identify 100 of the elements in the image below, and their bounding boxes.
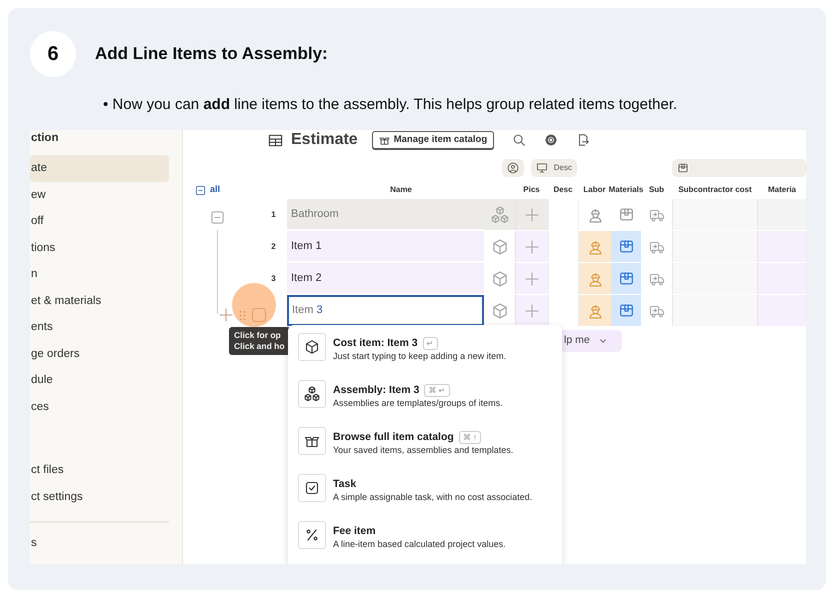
subcontractor-cost-cell[interactable]: [672, 263, 758, 294]
column-header: Desc: [553, 184, 573, 196]
sidebar-item[interactable]: ces: [30, 394, 169, 420]
materials-cell[interactable]: [611, 295, 641, 326]
worker-icon: [586, 302, 604, 319]
worker-icon: [586, 206, 604, 223]
open-box-icon: [378, 134, 390, 146]
table-icon: [268, 132, 283, 148]
menu-item-description: Just start typing to keep adding a new item.: [333, 350, 506, 362]
sidebar-item[interactable]: et & materials: [30, 288, 169, 314]
materials-cost-cell[interactable]: [758, 263, 806, 294]
menu-item-description: Your saved items, assemblies and templates.: [333, 444, 514, 456]
plus-icon: [524, 238, 540, 254]
pics-cell[interactable]: [515, 263, 548, 294]
materials-cost-cell[interactable]: [758, 231, 806, 262]
column-header: Pics: [523, 184, 540, 196]
box-icon: [618, 302, 634, 319]
search-icon[interactable]: [512, 132, 526, 147]
sidebar-item[interactable]: ents: [30, 314, 169, 340]
column-header: Labor: [583, 184, 606, 196]
menu-item[interactable]: Browse full item catalog ⌘ ↑ Your saved items, assemblies and templates.: [298, 427, 552, 474]
materials-cost-cell[interactable]: [758, 295, 806, 326]
column-chip[interactable]: [502, 159, 524, 177]
step-number: 6: [30, 31, 76, 77]
pics-cell[interactable]: [515, 295, 548, 326]
step-title: Add Line Items to Assembly:: [95, 43, 328, 66]
materials-cell[interactable]: [611, 231, 641, 262]
chip-label: Desc: [554, 162, 572, 174]
column-header: Name: [390, 184, 412, 196]
menu-item-title: Cost item: Item 3: [333, 337, 418, 350]
sidebar-item[interactable]: n: [30, 261, 169, 288]
name-cell[interactable]: Bathroom: [287, 199, 484, 230]
sidebar-item[interactable]: ew: [30, 182, 169, 208]
plus-icon: [524, 206, 540, 222]
cube-icon: [490, 238, 508, 256]
page-title: Estimate: [291, 130, 358, 150]
menu-item-description: A line-item based calculated project values.: [333, 538, 506, 550]
plus-icon: [524, 302, 540, 318]
tree-toggle-label[interactable]: all: [210, 183, 220, 197]
cube-icon: [304, 339, 320, 355]
instruction-text: • Now you can add line items to the assembly. This helps group related items together.: [102, 96, 678, 114]
sidebar-item[interactable]: off: [30, 208, 169, 234]
sidebar-item[interactable]: s: [30, 530, 169, 556]
tooltip: Click for op Click and ho: [229, 327, 291, 355]
cubes-icon: [304, 386, 320, 402]
document-arrow-icon[interactable]: [576, 132, 590, 147]
item-type-cell[interactable]: [484, 199, 515, 230]
column-header: Sub: [648, 184, 664, 196]
box-icon: [618, 238, 634, 255]
menu-item-title: Task: [333, 478, 356, 491]
materials-cell[interactable]: [611, 263, 641, 294]
subcontractor-cost-cell[interactable]: [672, 231, 758, 262]
cubes-icon: [490, 206, 508, 224]
shortcut-key: ↵: [422, 337, 438, 350]
labor-cell[interactable]: [578, 231, 611, 262]
subcontractor-cost-cell[interactable]: [672, 295, 758, 326]
column-chip[interactable]: Desc: [530, 159, 577, 177]
square-icon[interactable]: [251, 307, 267, 323]
column-header: Subcontractor cost: [678, 184, 752, 196]
sidebar-item[interactable]: ate: [30, 155, 169, 182]
sidebar-heading: ction: [30, 131, 60, 146]
sidebar-item[interactable]: ct settings: [30, 484, 169, 510]
menu-item[interactable]: Fee item A line-item based calculated project values.: [298, 521, 552, 564]
name-cell[interactable]: Item 2: [287, 263, 484, 294]
cube-icon: [490, 270, 508, 288]
menu-item[interactable]: Assembly: Item 3 ⌘ ↵ Assemblies are templates/groups of items.: [298, 380, 552, 427]
menu-item-title: Browse full item catalog: [333, 431, 454, 444]
labor-cell[interactable]: [578, 295, 611, 326]
worker-icon: [586, 238, 604, 255]
materials-cost-cell[interactable]: [758, 199, 806, 230]
sidebar-item[interactable]: dule: [30, 367, 169, 394]
name-input[interactable]: Item 3: [287, 295, 484, 326]
worker-icon: [586, 270, 604, 287]
shortcut-key: ⌘ ↑: [458, 431, 482, 444]
row-number: 2: [270, 240, 277, 252]
pics-cell[interactable]: [515, 231, 548, 262]
subcontractor-cost-cell[interactable]: [672, 199, 758, 230]
settings-icon[interactable]: [544, 132, 558, 147]
cube-icon: [490, 302, 508, 320]
pics-cell[interactable]: [515, 199, 548, 230]
box-icon: [618, 206, 634, 223]
person-circle-icon: [507, 162, 519, 174]
column-header: Materials: [608, 184, 644, 196]
shortcut-key: ⌘ ↵: [424, 384, 450, 397]
sidebar-item[interactable]: ct files: [30, 457, 169, 484]
sidebar-item[interactable]: tions: [30, 234, 169, 261]
row-number: 1: [270, 208, 277, 220]
name-cell[interactable]: Item 1: [287, 231, 484, 262]
checkbox-icon: [304, 480, 320, 496]
box-icon: [677, 162, 689, 174]
plus-icon[interactable]: [218, 307, 234, 323]
labor-cell[interactable]: [578, 263, 611, 294]
collapse-icon[interactable]: [195, 184, 206, 196]
manage-catalog-button[interactable]: Manage item catalog: [372, 131, 494, 149]
sidebar-item[interactable]: ge orders: [30, 340, 169, 367]
plus-icon: [524, 270, 540, 286]
box-icon: [618, 270, 634, 287]
menu-item-title: Assembly: Item 3: [333, 384, 420, 397]
menu-item[interactable]: Task A simple assignable task, with no cost associated.: [298, 474, 552, 521]
menu-item-description: Assemblies are templates/groups of items.: [333, 397, 503, 409]
